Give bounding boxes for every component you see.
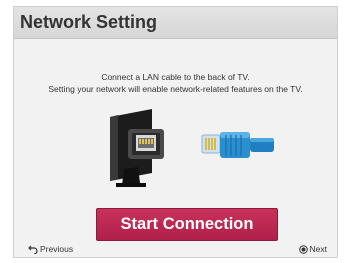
title-bar: Network Setting [14, 7, 337, 39]
back-arrow-icon [28, 245, 38, 254]
page-title: Network Setting [20, 12, 158, 32]
previous-button[interactable]: Previous [28, 244, 73, 254]
tv-back-lan-port-icon [110, 109, 164, 187]
instruction-line-2: Setting your network will enable network… [48, 84, 303, 94]
instruction-line-1: Connect a LAN cable to the back of TV. [101, 72, 250, 82]
lan-cable-icon [201, 132, 274, 158]
previous-label: Previous [40, 244, 74, 254]
ok-button-icon [298, 244, 308, 254]
screen: Network Setting Connect a LAN cable to t… [0, 0, 350, 263]
connection-illustration [14, 103, 337, 193]
footer: Previous Next [14, 241, 337, 257]
next-label: Next [309, 244, 327, 254]
next-button[interactable]: Next [298, 244, 327, 254]
network-setting-dialog: Network Setting Connect a LAN cable to t… [13, 6, 338, 258]
start-connection-button[interactable]: Start Connection [96, 208, 278, 241]
